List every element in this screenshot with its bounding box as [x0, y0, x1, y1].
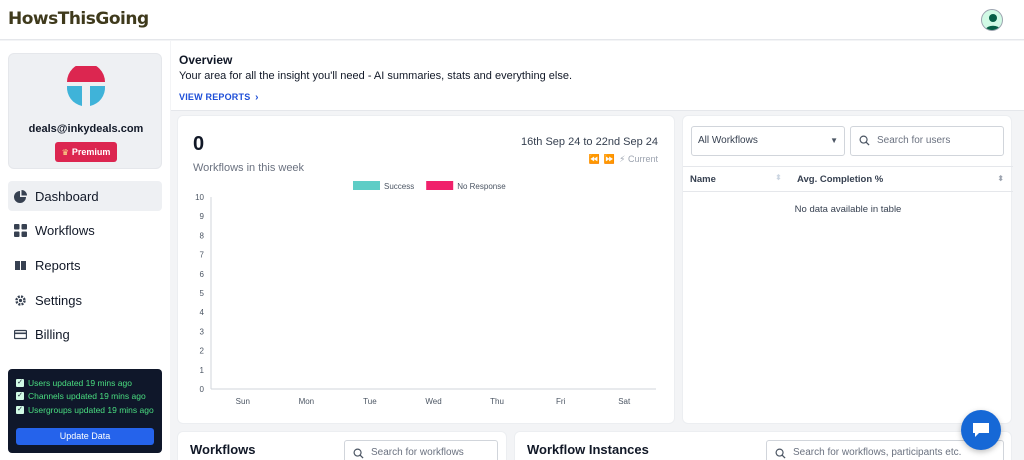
overview-header: Overview Your area for all the insight y…	[171, 41, 1024, 111]
sidebar-nav: Dashboard Workflows Reports Settings Bil…	[8, 181, 162, 354]
grid-icon	[14, 224, 27, 238]
workflows-card: Workflows Search for workflows	[177, 431, 507, 460]
top-bar: HowsThisGoing	[0, 0, 1024, 40]
legend-label: No Response	[457, 182, 506, 191]
page-subtitle: Your area for all the insight you'll nee…	[179, 70, 573, 82]
chevron-right-icon: ›	[255, 92, 259, 103]
check-icon: ✓	[16, 405, 24, 414]
y-tick-label: 2	[200, 347, 205, 356]
legend-swatch	[353, 181, 380, 190]
x-tick-label: Fri	[556, 397, 566, 406]
x-tick-label: Thu	[490, 397, 504, 406]
status-users: ✓ Users updated 19 mins ago	[16, 376, 154, 390]
x-tick-label: Mon	[299, 397, 315, 406]
credit-card-icon	[14, 328, 27, 341]
check-icon: ✓	[16, 392, 24, 401]
legend-swatch	[426, 181, 454, 190]
table-header: Name ⬍ Avg. Completion % ⬍	[683, 166, 1013, 192]
empty-table-message: No data available in table	[794, 204, 902, 215]
sort-icon[interactable]: ⬍	[997, 174, 1004, 183]
app-logo[interactable]: HowsThisGoing	[8, 9, 149, 29]
x-tick-label: Sun	[236, 397, 250, 406]
search-users-placeholder: Search for users	[877, 135, 951, 146]
account-email: deals@inkydeals.com	[28, 123, 144, 135]
y-tick-label: 7	[200, 251, 205, 260]
x-tick-label: Tue	[363, 397, 377, 406]
sort-icon[interactable]: ⬍	[775, 173, 782, 182]
sidebar-item-label: Reports	[35, 257, 81, 273]
sidebar-item-settings[interactable]: Settings	[8, 285, 162, 315]
workflow-stats-card: 0 Workflows in this week 16th Sep 24 to …	[177, 115, 675, 424]
y-tick-label: 1	[200, 366, 205, 375]
y-tick-label: 8	[200, 231, 205, 240]
column-avg-completion-header[interactable]: Avg. Completion %	[797, 174, 883, 185]
search-instances-placeholder: Search for workflows, participants etc.	[793, 447, 962, 458]
search-workflows-placeholder: Search for workflows	[371, 447, 464, 458]
legend-label: Success	[384, 182, 414, 191]
search-users-input[interactable]: Search for users	[850, 126, 1004, 156]
update-data-button[interactable]: Update Data	[16, 428, 154, 445]
pie-chart-icon	[14, 189, 27, 203]
column-name-header[interactable]: Name	[690, 174, 716, 185]
page-title: Overview	[179, 53, 233, 67]
search-icon	[859, 135, 870, 146]
sidebar-item-label: Workflows	[35, 223, 95, 239]
y-tick-label: 0	[200, 385, 205, 394]
y-tick-label: 5	[200, 289, 205, 298]
view-reports-label: VIEW REPORTS	[179, 92, 251, 102]
profile-card: deals@inkydeals.com ♛ Premium	[8, 53, 162, 169]
sidebar-item-dashboard[interactable]: Dashboard	[8, 181, 162, 211]
crown-icon: ♛	[61, 147, 69, 157]
premium-badge: ♛ Premium	[55, 142, 117, 162]
user-completion-card: All Workflows ▼ Search for users Name ⬍ …	[682, 115, 1013, 424]
status-text: Usergroups updated 19 mins ago	[28, 404, 154, 415]
search-icon	[775, 448, 786, 459]
status-text: Channels updated 19 mins ago	[28, 391, 146, 402]
premium-badge-label: Premium	[71, 147, 111, 157]
sidebar: deals@inkydeals.com ♛ Premium Dashboard …	[0, 41, 170, 460]
view-reports-link[interactable]: VIEW REPORTS ›	[179, 92, 259, 103]
y-tick-label: 4	[200, 308, 205, 317]
search-icon	[353, 448, 364, 459]
workflow-instances-title: Workflow Instances	[527, 442, 649, 457]
x-tick-label: Wed	[425, 397, 441, 406]
y-tick-label: 6	[200, 270, 205, 279]
workflow-filter-select[interactable]: All Workflows ▼	[691, 126, 845, 156]
search-workflows-input[interactable]: Search for workflows	[344, 440, 498, 460]
y-tick-label: 3	[200, 327, 205, 336]
sidebar-item-billing[interactable]: Billing	[8, 320, 162, 350]
sidebar-item-label: Dashboard	[35, 188, 99, 204]
company-logo-icon	[65, 63, 107, 110]
y-tick-label: 9	[200, 212, 205, 221]
sidebar-item-reports[interactable]: Reports	[8, 250, 162, 280]
check-icon: ✓	[16, 378, 24, 387]
workflow-instances-card: Workflow Instances Search for workflows,…	[514, 431, 1012, 460]
chevron-down-icon: ▼	[830, 136, 838, 145]
chat-support-button[interactable]	[961, 410, 1001, 450]
sidebar-item-workflows[interactable]: Workflows	[8, 216, 162, 246]
sidebar-item-label: Billing	[35, 327, 70, 343]
chat-bubble-icon	[973, 423, 989, 437]
book-icon	[14, 259, 27, 272]
status-channels: ✓ Channels updated 19 mins ago	[16, 390, 154, 404]
user-avatar-icon[interactable]	[981, 9, 1003, 31]
status-usergroups: ✓ Usergroups updated 19 mins ago	[16, 403, 154, 417]
x-tick-label: Sat	[618, 397, 631, 406]
workflow-filter-value: All Workflows	[698, 135, 758, 146]
sync-status-panel: ✓ Users updated 19 mins ago ✓ Channels upd…	[8, 369, 162, 453]
y-tick-label: 10	[195, 193, 204, 202]
gear-icon	[14, 294, 27, 307]
sidebar-item-label: Settings	[35, 292, 82, 308]
workflows-title: Workflows	[190, 442, 256, 457]
weekly-workflows-chart: 0 1 2 3 4 5 6 7 8 9 10 Sun Mon Tue Wed Thu Fri Sat Success…	[195, 181, 656, 406]
status-text: Users updated 19 mins ago	[28, 377, 132, 388]
